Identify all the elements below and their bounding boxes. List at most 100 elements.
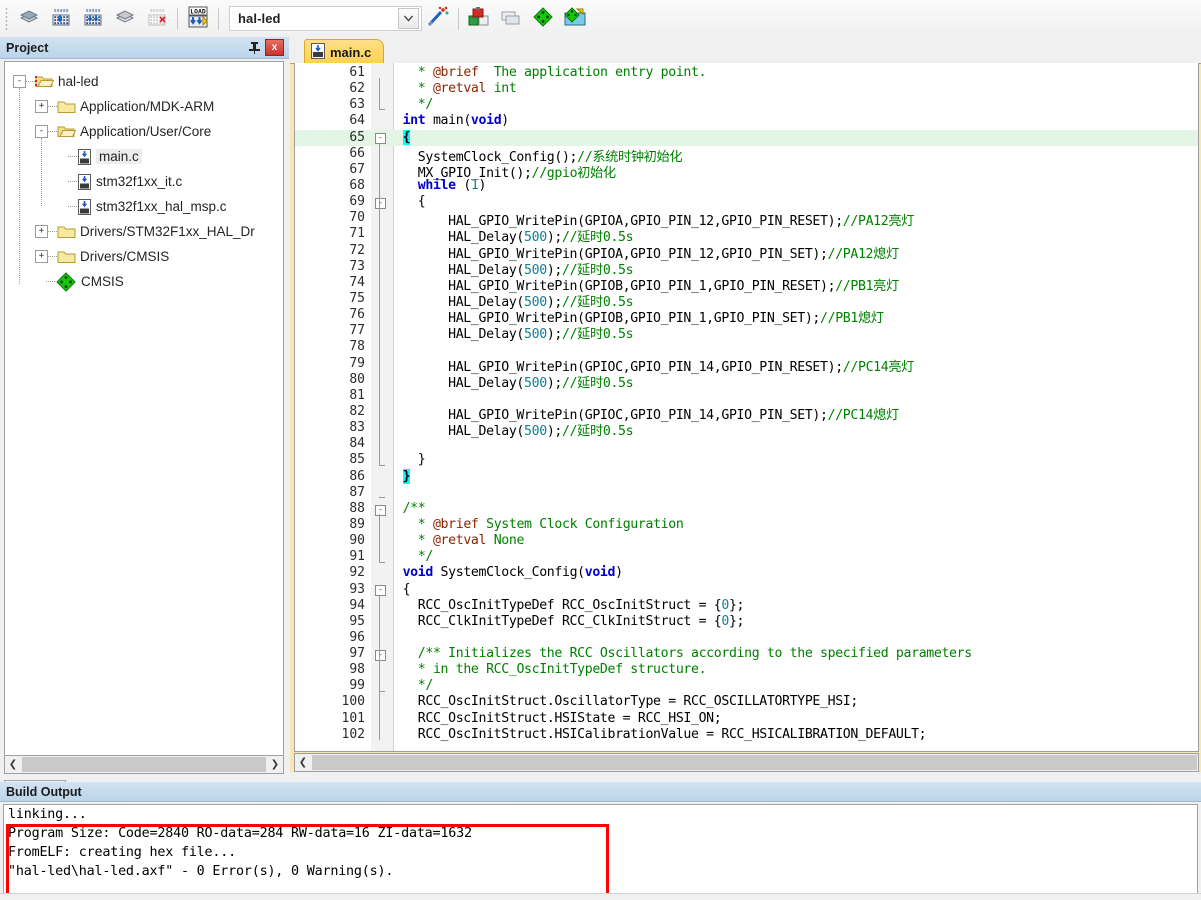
code-line[interactable]: 93 { — [295, 582, 1198, 598]
stop-build-button[interactable] — [141, 3, 173, 34]
build-button[interactable] — [45, 3, 77, 34]
tree-expander[interactable]: + — [35, 225, 48, 238]
tree-expander[interactable]: - — [35, 125, 48, 138]
code-line[interactable]: 62 * @retval int — [295, 81, 1198, 97]
line-number: 62 — [349, 81, 365, 97]
tree-item-drivers-stm32f1xx-hal-dr[interactable]: + Drivers/STM32F1xx_HAL_Dr — [5, 219, 283, 244]
tree-item-main-c[interactable]: main.c — [5, 144, 283, 169]
code-editor[interactable]: 61 * @brief The application entry point.… — [294, 63, 1199, 752]
build-output-text[interactable]: linking... Program Size: Code=2840 RO-dat… — [3, 804, 1198, 898]
code-line[interactable]: 100 RCC_OscInitStruct.OscillatorType = R… — [295, 694, 1198, 710]
download-button[interactable]: LOAD — [182, 3, 214, 34]
code-line[interactable]: 91 */ — [295, 549, 1198, 565]
project-tree-hscrollbar[interactable]: ❮ ❯ — [4, 755, 284, 774]
editor-hscroll-left-arrow[interactable]: ❮ — [295, 755, 311, 770]
code-line[interactable]: 87 — [295, 485, 1198, 501]
code-line[interactable]: 73 HAL_Delay(500);//延时0.5s — [295, 259, 1198, 278]
code-line[interactable]: 84 — [295, 436, 1198, 452]
folder-icon — [57, 99, 76, 114]
multi-project-button[interactable] — [495, 3, 527, 34]
tree-expander[interactable]: - — [13, 75, 26, 88]
code-line[interactable]: 92 void SystemClock_Config(void) — [295, 565, 1198, 581]
code-line[interactable]: 99 */ — [295, 678, 1198, 694]
tree-item-hal-led[interactable]: - hal-led — [5, 69, 283, 94]
code-line[interactable]: 69 { — [295, 194, 1198, 210]
tree-item-application-user-core[interactable]: - Application/User/Core — [5, 119, 283, 144]
code-line[interactable]: 75 HAL_Delay(500);//延时0.5s — [295, 291, 1198, 310]
line-text: */ — [417, 678, 434, 694]
keil-uvision-window: LOAD hal-led Project x - hal-led + Applicati… — [0, 0, 1201, 900]
tree-item-label: Application/MDK-ARM — [80, 99, 215, 114]
runtime-env-icon — [563, 6, 587, 31]
line-number: 99 — [349, 678, 365, 694]
code-line[interactable]: 85 } — [295, 452, 1198, 468]
code-line[interactable]: 82 HAL_GPIO_WritePin(GPIOC,GPIO_PIN_14,G… — [295, 404, 1198, 423]
code-line[interactable]: 83 HAL_Delay(500);//延时0.5s — [295, 420, 1198, 439]
code-line[interactable]: 86 } — [295, 468, 1198, 485]
code-line[interactable]: 66 SystemClock_Config();//系统时钟初始化 — [295, 146, 1198, 165]
code-line[interactable]: 98 * in the RCC_OscInitTypeDef structure… — [295, 662, 1198, 678]
translate-button[interactable] — [13, 3, 45, 34]
line-text: void SystemClock_Config(void) — [402, 565, 623, 581]
code-line[interactable]: 74 HAL_GPIO_WritePin(GPIOB,GPIO_PIN_1,GP… — [295, 274, 1198, 294]
code-line[interactable]: 70 HAL_GPIO_WritePin(GPIOA,GPIO_PIN_12,G… — [295, 210, 1198, 229]
code-line[interactable]: 89 * @brief System Clock Configuration — [295, 517, 1198, 533]
code-line[interactable]: 101 RCC_OscInitStruct.HSIState = RCC_HSI… — [295, 711, 1198, 727]
line-number: 74 — [349, 274, 365, 290]
tree-item-stm32f1xx-it-c[interactable]: stm32f1xx_it.c — [5, 169, 283, 194]
tree-item-application-mdk-arm[interactable]: + Application/MDK-ARM — [5, 94, 283, 119]
manage-runtime-button[interactable] — [559, 3, 591, 34]
manage-project-items-button[interactable] — [463, 3, 495, 34]
line-text: int main(void) — [402, 113, 510, 129]
hscroll-thumb[interactable] — [22, 757, 266, 772]
target-options-button[interactable] — [422, 3, 454, 34]
project-tree-container[interactable]: - hal-led + Application/MDK-ARM - Application… — [4, 61, 284, 756]
code-line[interactable]: 71 HAL_Delay(500);//延时0.5s — [295, 226, 1198, 245]
code-line[interactable]: 88 /** — [295, 501, 1198, 517]
code-line[interactable]: 68 while (1) — [295, 178, 1198, 194]
editor-hscrollbar[interactable]: ❮ — [294, 753, 1199, 772]
code-line[interactable]: 78 — [295, 339, 1198, 355]
code-line[interactable]: 64 int main(void) — [295, 113, 1198, 129]
code-line[interactable]: 97 /** Initializes the RCC Oscillators a… — [295, 646, 1198, 662]
pin-icon[interactable] — [246, 40, 262, 56]
line-text: * @brief System Clock Configuration — [417, 516, 684, 532]
tree-item-cmsis[interactable]: CMSIS — [5, 269, 283, 294]
line-text: RCC_ClkInitTypeDef RCC_ClkInitStruct = {… — [395, 613, 745, 629]
code-line[interactable]: 94 RCC_OscInitTypeDef RCC_OscInitStruct … — [295, 598, 1198, 614]
tree-expander[interactable]: + — [35, 250, 48, 263]
line-number: 64 — [349, 113, 365, 129]
rebuild-button[interactable] — [77, 3, 109, 34]
editor-hscroll-thumb[interactable] — [312, 755, 1197, 770]
code-line[interactable]: 96 — [295, 630, 1198, 646]
target-select[interactable]: hal-led — [229, 6, 422, 31]
tree-item-stm32f1xx-hal-msp-c[interactable]: stm32f1xx_hal_msp.c — [5, 194, 283, 219]
tree-expander[interactable]: + — [35, 100, 48, 113]
close-icon[interactable]: x — [265, 39, 284, 56]
code-line[interactable]: 102 RCC_OscInitStruct.HSICalibrationValu… — [295, 727, 1198, 743]
svg-text:LOAD: LOAD — [190, 8, 206, 16]
line-number: 81 — [349, 387, 365, 403]
code-line[interactable]: 67 MX_GPIO_Init();//gpio初始化 — [295, 162, 1198, 181]
chevron-down-icon[interactable] — [398, 8, 419, 29]
code-line[interactable]: 63 */ — [295, 97, 1198, 113]
toolbar-gripper[interactable] — [3, 5, 11, 32]
code-line[interactable]: 90 * @retval None — [295, 533, 1198, 549]
code-line[interactable]: 72 HAL_GPIO_WritePin(GPIOA,GPIO_PIN_12,G… — [295, 243, 1198, 262]
tab-main-c[interactable]: main.c — [304, 39, 385, 64]
batch-build-button[interactable] — [109, 3, 141, 34]
code-line[interactable]: 95 RCC_ClkInitTypeDef RCC_ClkInitStruct … — [295, 614, 1198, 630]
code-line[interactable]: 65 { — [295, 129, 1198, 146]
pack-installer-button[interactable] — [527, 3, 559, 34]
code-line[interactable]: 79 HAL_GPIO_WritePin(GPIOC,GPIO_PIN_14,G… — [295, 356, 1198, 375]
code-line[interactable]: 80 HAL_Delay(500);//延时0.5s — [295, 372, 1198, 391]
hscroll-left-arrow[interactable]: ❮ — [5, 757, 21, 772]
tree-item-drivers-cmsis[interactable]: + Drivers/CMSIS — [5, 244, 283, 269]
build-output-caption: Build Output — [0, 782, 1201, 802]
build-toolbar: LOAD hal-led — [0, 0, 1201, 38]
code-line[interactable]: 77 HAL_Delay(500);//延时0.5s — [295, 323, 1198, 342]
code-line[interactable]: 81 — [295, 388, 1198, 404]
code-line[interactable]: 76 HAL_GPIO_WritePin(GPIOB,GPIO_PIN_1,GP… — [295, 307, 1198, 326]
hscroll-right-arrow[interactable]: ❯ — [267, 757, 283, 772]
code-line[interactable]: 61 * @brief The application entry point. — [295, 65, 1198, 81]
